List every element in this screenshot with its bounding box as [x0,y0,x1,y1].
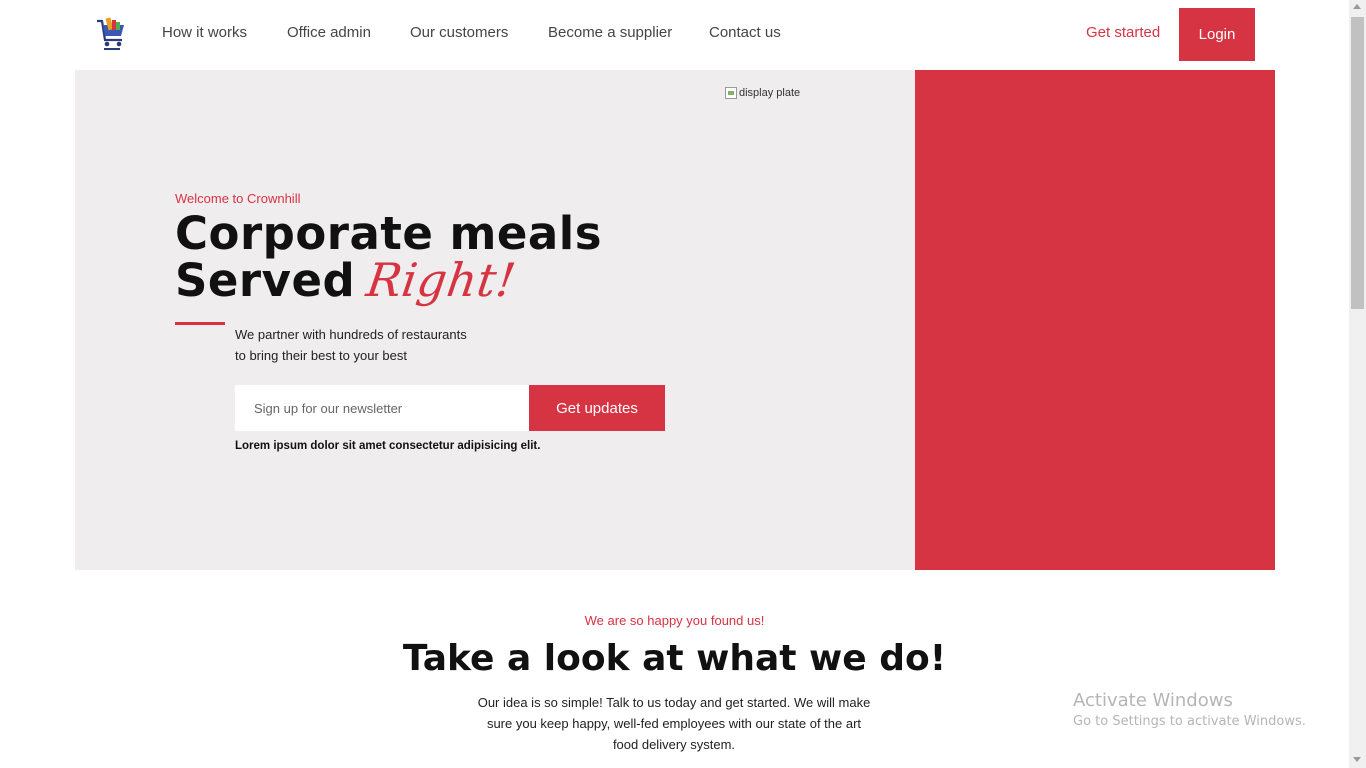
display-plate-image: display plate [725,87,800,99]
headline-served: Served [175,254,356,307]
newsletter-disclaimer: Lorem ipsum dolor sit amet consectetur a… [235,440,541,452]
headline-script-right: Right! [363,253,520,307]
get-updates-button[interactable]: Get updates [529,385,665,431]
hero-subtext-line-1: We partner with hundreds of restaurants [235,327,467,342]
nav-contact-us[interactable]: Contact us [709,24,781,41]
vertical-scrollbar[interactable] [1349,0,1366,768]
get-started-link[interactable]: Get started [1086,24,1160,41]
scroll-down-arrow-icon[interactable] [1353,757,1361,762]
section-eyebrow: We are so happy you found us! [584,613,765,628]
activate-windows-subtitle: Go to Settings to activate Windows. [1073,714,1306,729]
section-title: Take a look at what we do! [402,638,947,679]
newsletter-email-input[interactable] [235,385,529,431]
nav-our-customers[interactable]: Our customers [410,24,508,41]
scrollbar-thumb[interactable] [1351,17,1364,309]
broken-image-icon [725,87,737,99]
scroll-up-arrow-icon[interactable] [1353,4,1361,9]
shopping-cart-logo-icon[interactable] [95,16,127,52]
activate-windows-title: Activate Windows [1073,690,1233,711]
hero-subtext: We partner with hundreds of restaurants … [235,324,485,366]
image-alt-text: display plate [739,87,801,99]
headline-line-2: Served Right! [175,253,602,307]
hero-red-panel [915,70,1275,570]
accent-divider [175,322,225,325]
hero-subtext-line-2: to bring their best to your best [235,348,407,363]
hero-headline: Corporate meals Served Right! [175,207,603,307]
top-navbar: How it works Office admin Our customers … [0,0,1349,70]
headline-line-1: Corporate meals [175,207,603,260]
hero-section: display plate Welcome to Crownhill Corpo… [75,70,915,570]
nav-how-it-works[interactable]: How it works [162,24,247,41]
section-description: Our idea is so simple! Talk to us today … [477,695,871,752]
nav-office-admin[interactable]: Office admin [287,24,371,41]
welcome-eyebrow: Welcome to Crownhill [175,191,301,206]
nav-become-a-supplier[interactable]: Become a supplier [548,24,672,41]
login-button[interactable]: Login [1179,8,1255,61]
